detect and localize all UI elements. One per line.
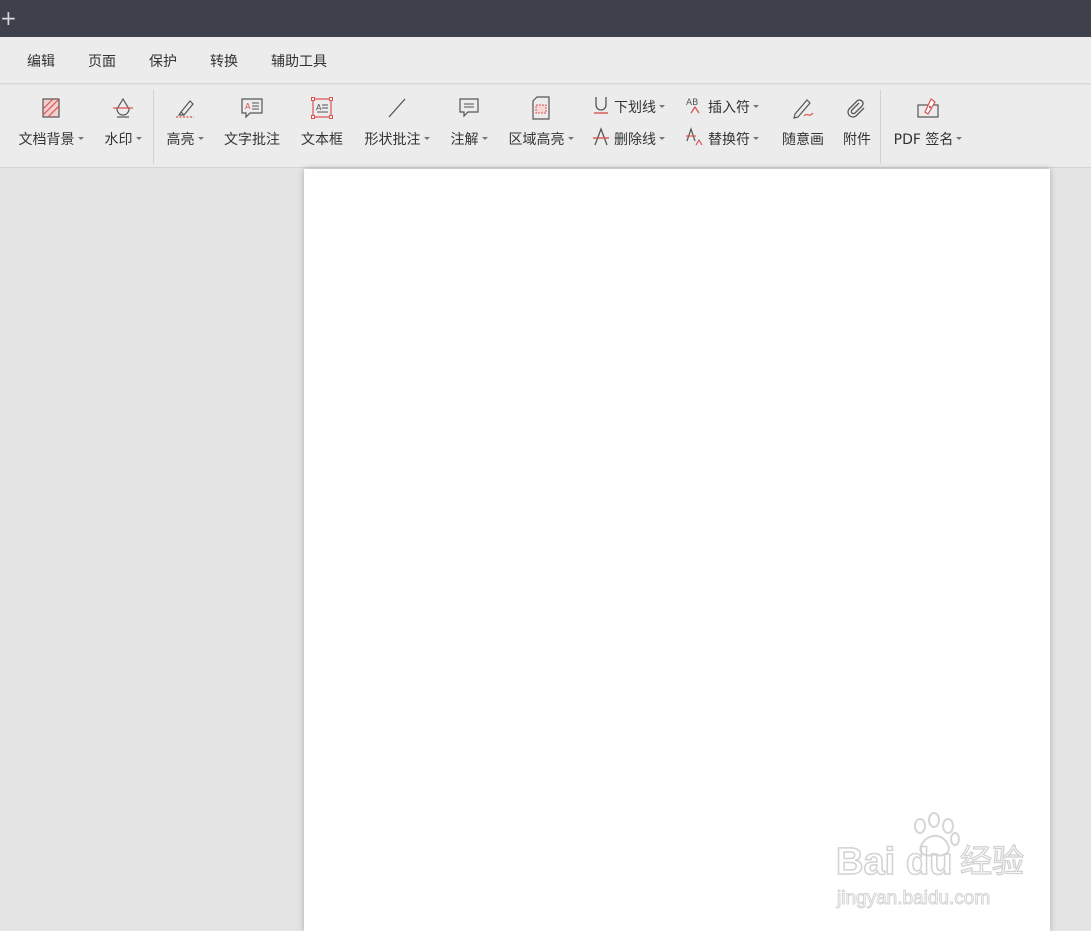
- chevron-down-icon: [77, 136, 84, 140]
- vertical-scrollbar[interactable]: [1058, 169, 1091, 931]
- doc-background-label: 文档背景: [18, 132, 75, 148]
- brand-cn-text: 经验: [960, 842, 1024, 880]
- svg-text:A: A: [316, 103, 322, 112]
- highlighter-icon: [176, 100, 194, 118]
- menu-tools[interactable]: 辅助工具: [271, 51, 327, 71]
- chevron-down-icon: [481, 136, 488, 140]
- svg-text:AB: AB: [686, 98, 698, 108]
- toolbar-divider: [880, 90, 881, 164]
- signature-icon: [917, 98, 939, 118]
- chevron-down-icon: [135, 136, 142, 140]
- strikethrough-label: 删除线: [614, 132, 656, 148]
- area-highlight-label: 区域高亮: [508, 132, 565, 148]
- baidu-jingyan-watermark: Bai du 经验 jingyan.baidu.com: [834, 812, 1034, 912]
- replace-mark-label: 替换符: [708, 132, 750, 148]
- menu-convert[interactable]: 转换: [210, 51, 238, 71]
- title-bar: +: [0, 0, 1091, 37]
- paperclip-icon: [847, 99, 865, 118]
- insert-mark-icon: AB: [686, 98, 700, 114]
- replace-mark-button[interactable]: 替换符: [686, 125, 770, 151]
- menu-bar: 编辑 页面 保护 转换 辅助工具: [0, 37, 1091, 84]
- watermark-label: 水印: [104, 132, 133, 148]
- strikethrough-icon: [593, 127, 609, 146]
- text-comment-button[interactable]: A 文字批注: [218, 85, 286, 167]
- chevron-down-icon: [753, 104, 759, 108]
- svg-text:A: A: [245, 102, 251, 111]
- pdf-sign-button[interactable]: PDF 签名: [888, 85, 968, 167]
- area-highlight-icon: [532, 96, 550, 120]
- note-label: 注解: [450, 132, 479, 148]
- pen-icon: [793, 99, 814, 119]
- text-comment-label: 文字批注: [224, 132, 280, 148]
- underline-button[interactable]: 下划线: [592, 93, 676, 119]
- menu-edit[interactable]: 编辑: [27, 51, 55, 71]
- replace-mark-icon: [686, 127, 703, 146]
- doc-background-icon: [42, 98, 60, 118]
- menu-protect[interactable]: 保护: [149, 51, 177, 71]
- underline-icon: [594, 97, 608, 114]
- freehand-label: 随意画: [782, 132, 824, 148]
- annotation-toolbar: 文档背景 水印 高亮 A 文字批注 A 文本框 形状批注 注解 区域高亮 下划线…: [0, 85, 1091, 168]
- area-highlight-button[interactable]: 区域高亮: [502, 85, 580, 167]
- chevron-down-icon: [659, 104, 665, 108]
- chevron-down-icon: [753, 136, 759, 140]
- brand-du-text: du: [906, 841, 952, 883]
- attachment-button[interactable]: 附件: [836, 85, 878, 167]
- chevron-down-icon: [956, 136, 963, 140]
- text-box-button[interactable]: A 文本框: [294, 85, 350, 167]
- freehand-button[interactable]: 随意画: [776, 85, 830, 167]
- navigation-panel: [0, 169, 304, 931]
- insert-mark-label: 插入符: [708, 100, 750, 116]
- shape-comment-label: 形状批注: [364, 132, 421, 148]
- attachment-label: 附件: [843, 132, 871, 148]
- menu-page[interactable]: 页面: [88, 51, 116, 71]
- new-tab-button[interactable]: +: [0, 8, 17, 28]
- watermark-icon: [113, 97, 133, 118]
- chevron-down-icon: [659, 136, 665, 140]
- strikethrough-button[interactable]: 删除线: [592, 125, 676, 151]
- brand-url-text: jingyan.baidu.com: [836, 888, 990, 909]
- toolbar-divider: [153, 90, 154, 164]
- highlight-button[interactable]: 高亮: [160, 85, 210, 167]
- note-icon: [459, 98, 479, 118]
- doc-background-button[interactable]: 文档背景: [8, 85, 94, 167]
- chevron-down-icon: [423, 136, 430, 140]
- note-button[interactable]: 注解: [444, 85, 494, 167]
- text-box-icon: A: [311, 97, 333, 119]
- chevron-down-icon: [197, 136, 204, 140]
- brand-latin-text: Bai: [836, 841, 895, 883]
- text-comment-icon: A: [241, 98, 263, 119]
- pdf-sign-label: PDF 签名: [893, 132, 954, 148]
- highlight-label: 高亮: [166, 132, 195, 148]
- chevron-down-icon: [567, 136, 574, 140]
- shape-comment-button[interactable]: 形状批注: [358, 85, 436, 167]
- underline-label: 下划线: [614, 100, 656, 116]
- line-shape-icon: [388, 98, 406, 118]
- insert-mark-button[interactable]: AB 插入符: [686, 93, 770, 119]
- text-box-label: 文本框: [301, 132, 343, 148]
- watermark-button[interactable]: 水印: [98, 85, 148, 167]
